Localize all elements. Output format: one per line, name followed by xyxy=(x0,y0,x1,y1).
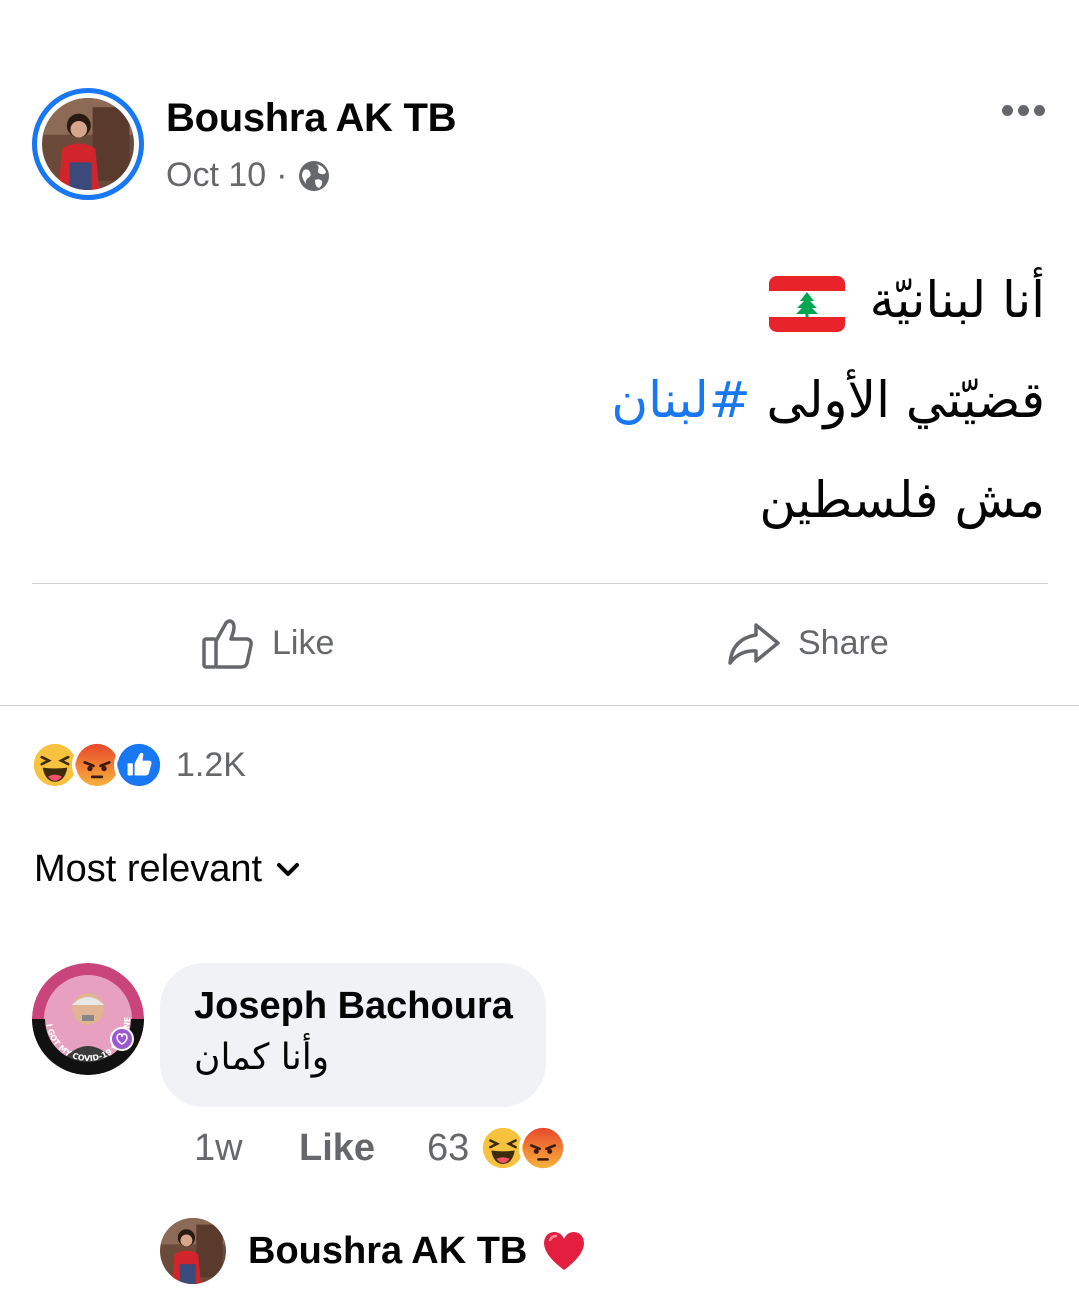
globe-icon xyxy=(298,160,329,191)
comment-meta: 1w Like 63 xyxy=(194,1124,568,1172)
post-meta: Oct 10 · xyxy=(166,156,330,195)
post-line-3: مش فلسطين xyxy=(145,450,1045,550)
post-line-text: أنا لبنانيّة xyxy=(869,271,1045,329)
post-actions-bar: Like Share xyxy=(0,600,1079,695)
author-name[interactable]: Boushra AK TB xyxy=(166,96,456,141)
divider xyxy=(32,583,1048,584)
share-arrow-icon xyxy=(728,623,780,665)
red-heart-icon xyxy=(544,1232,585,1270)
comment-time[interactable]: 1w xyxy=(194,1127,299,1170)
like-icon xyxy=(114,740,164,790)
reply-row[interactable]: Boushra AK TB xyxy=(160,1218,587,1284)
post-line-text: مش فلسطين xyxy=(759,471,1045,529)
reply-author-photo xyxy=(160,1218,226,1284)
post-line-2: قضيّتي الأولى #لبنان xyxy=(145,350,1045,450)
author-avatar[interactable] xyxy=(32,88,144,200)
post-body: أنا لبنانيّة قضيّتي الأولى #لبنان مش فلس… xyxy=(145,250,1045,550)
post-line-text: قضيّتي الأولى xyxy=(750,371,1045,429)
reaction-count: 1.2K xyxy=(176,745,246,784)
more-dot-icon xyxy=(1001,104,1013,116)
meta-separator: · xyxy=(276,156,288,194)
sort-label: Most relevant xyxy=(34,848,263,890)
commenter-photo: I GOT MY COVID-19 VACCINE xyxy=(32,963,144,1075)
author-photo xyxy=(42,98,134,190)
like-label: Like xyxy=(272,623,335,662)
post-header: Boushra AK TB Oct 10 · xyxy=(32,88,1048,200)
commenter-name[interactable]: Joseph Bachoura xyxy=(194,985,513,1028)
share-button[interactable]: Share xyxy=(726,615,889,671)
commenter-avatar[interactable]: I GOT MY COVID-19 VACCINE xyxy=(32,963,144,1075)
post-line-1: أنا لبنانيّة xyxy=(145,250,1045,350)
more-dot-icon xyxy=(1033,104,1045,116)
comments-sort-dropdown[interactable]: Most relevant xyxy=(34,848,302,891)
share-label: Share xyxy=(798,623,889,662)
like-button[interactable]: Like xyxy=(200,615,334,671)
more-dot-icon xyxy=(1017,104,1029,116)
thumbs-up-icon xyxy=(202,619,253,669)
reply-avatar[interactable] xyxy=(160,1218,226,1284)
lebanon-flag-icon xyxy=(768,275,845,332)
comment-like-button[interactable]: Like xyxy=(299,1127,427,1170)
more-options-button[interactable] xyxy=(998,100,1048,120)
post-date[interactable]: Oct 10 xyxy=(166,156,266,195)
comment-text: وأنا كمان xyxy=(194,1037,330,1078)
reply-author-name[interactable]: Boushra AK TB xyxy=(248,1230,527,1273)
comment-reaction-count[interactable]: 63 xyxy=(427,1127,469,1170)
reactions-summary[interactable]: 1.2K xyxy=(30,740,246,790)
divider xyxy=(0,705,1079,706)
hashtag-link[interactable]: #لبنان xyxy=(611,371,750,429)
chevron-down-icon xyxy=(277,862,300,876)
comment-bubble: Joseph Bachoura وأنا كمان xyxy=(160,963,546,1107)
angry-icon xyxy=(519,1124,568,1172)
